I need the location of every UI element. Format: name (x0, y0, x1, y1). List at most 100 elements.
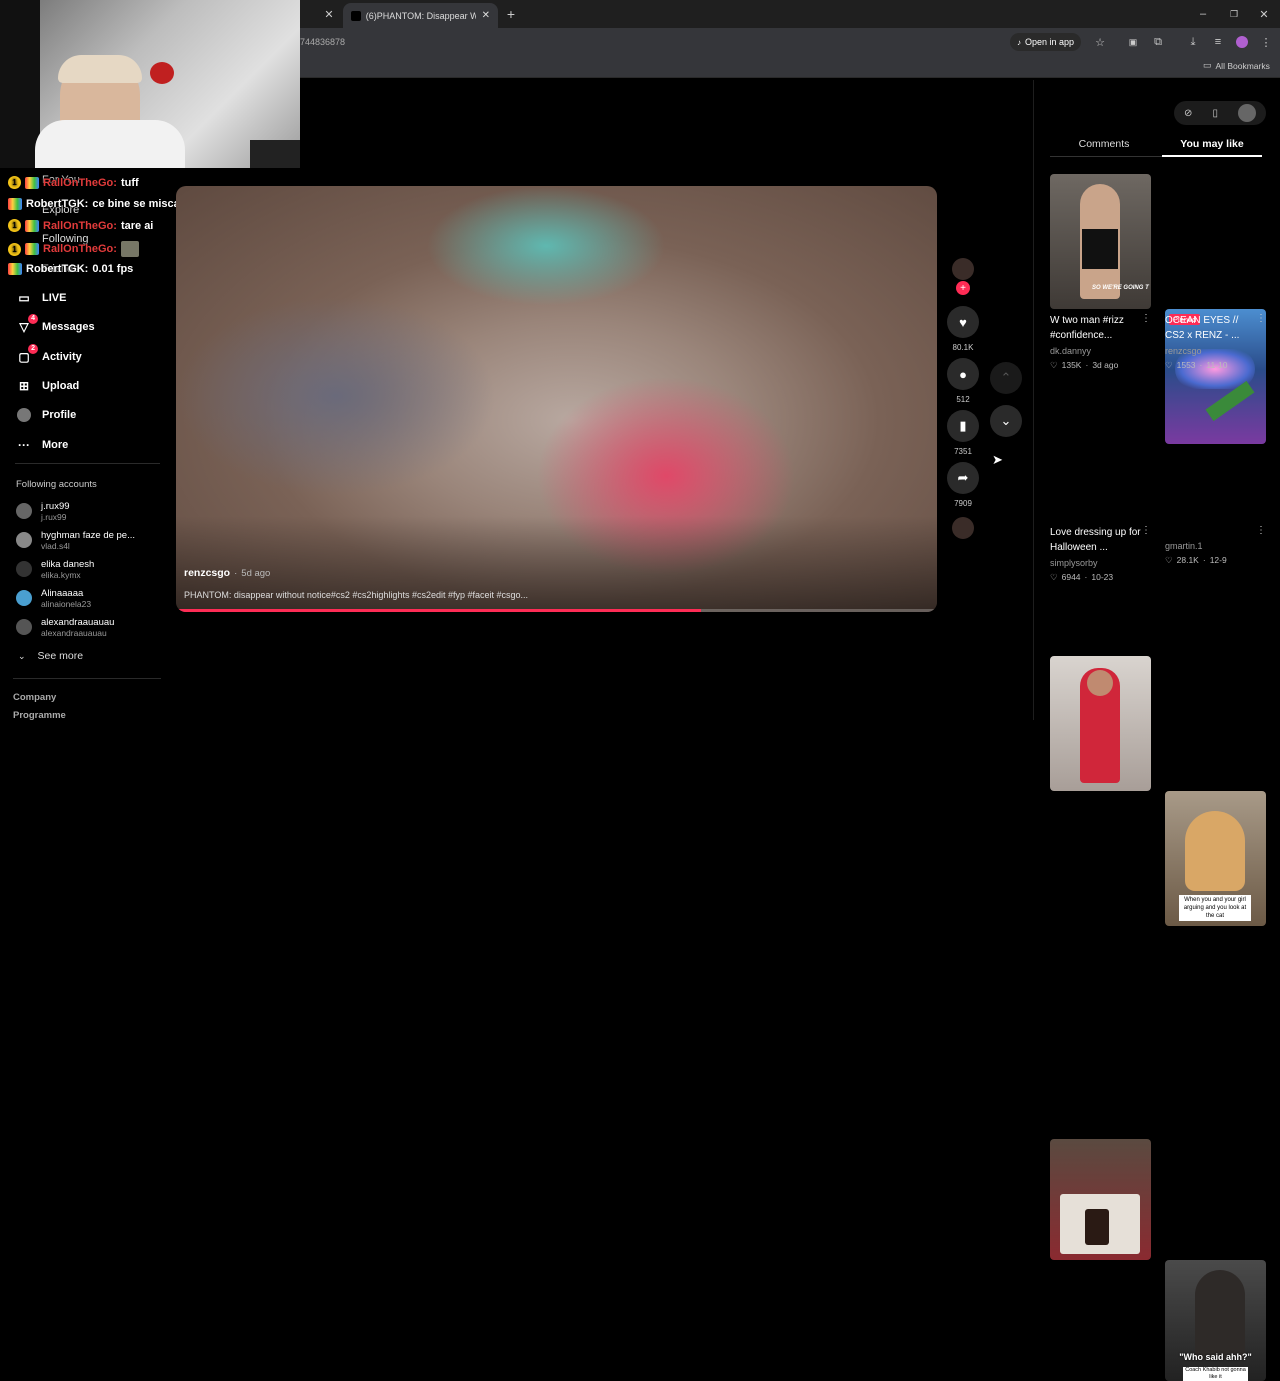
video-caption[interactable]: PHANTOM: disappear without notice#cs2 #c… (184, 590, 528, 600)
account-item[interactable]: hyghman faze de pe... vlad.s4l (16, 526, 135, 554)
like-count: 80.1K (952, 343, 974, 352)
close-tab-icon[interactable]: ✕ (321, 6, 337, 22)
see-more-button[interactable]: ⌄ See more (18, 650, 83, 662)
card-date: 12-9 (1209, 555, 1227, 565)
close-window-icon[interactable]: ✕ (1256, 6, 1272, 22)
like-button[interactable]: ♥ (947, 306, 979, 338)
card-likes: 135K (1061, 360, 1082, 370)
chat-message: RobertTGK: 0.01 fps (8, 263, 133, 275)
upload-icon: ⊞ (18, 379, 30, 393)
card-likes: 1553 (1176, 360, 1196, 370)
heart-icon: ♥ (959, 314, 967, 330)
bookmark-star-icon[interactable]: ☆ (1092, 34, 1108, 50)
thumbnail-overlay-text: SO WE'RE GOING T (1092, 285, 1149, 291)
account-handle: j.rux99 (41, 511, 67, 522)
thumbnail-overlay-text: "Who said ahh?" (1179, 1352, 1252, 1362)
chat-message: 1 RallOnTheGo: (8, 241, 139, 257)
card-menu-icon[interactable]: ⋮ (1141, 313, 1151, 324)
separator: · (234, 567, 238, 579)
avatar (16, 532, 32, 548)
card-title[interactable]: OCEAN EYES // CS2 x RENZ - ... (1165, 313, 1260, 343)
profile-avatar[interactable] (1236, 36, 1248, 48)
avatar (16, 503, 32, 519)
emote-icon (120, 241, 139, 257)
sidebar-item-messages[interactable]: ▽ 4 Messages (16, 314, 95, 337)
card-author[interactable]: dk.dannyy (1050, 346, 1091, 356)
puzzle-icon[interactable]: ⧉ (1150, 34, 1166, 50)
sub-badge: 1 (8, 219, 21, 232)
open-in-app-button[interactable]: ♪ Open in app (1010, 33, 1082, 51)
minimize-icon[interactable]: – (1195, 6, 1211, 22)
account-item[interactable]: alexandraauauau alexandraauauau (16, 613, 114, 641)
compass-icon[interactable]: ⊘ (1184, 108, 1192, 119)
video-thumbnail[interactable] (1050, 656, 1151, 791)
sound-avatar[interactable] (952, 517, 974, 539)
video-thumbnail[interactable]: When you and your girl arguing and you l… (1165, 791, 1266, 926)
tab-you-may-like[interactable]: You may like (1162, 138, 1262, 150)
card-date: 10-23 (1091, 572, 1114, 582)
menu-icon[interactable]: ⋮ (1258, 34, 1274, 50)
card-title[interactable]: Love dressing up for Halloween ... (1050, 525, 1145, 555)
extension-icon[interactable]: ▣ (1125, 34, 1141, 50)
download-icon[interactable]: ⤓ (1185, 34, 1201, 50)
thumbnail-cat (1185, 811, 1245, 891)
messages-icon: ▽ 4 (16, 314, 38, 335)
card-author[interactable]: gmartin.1 (1165, 541, 1203, 551)
phone-icon[interactable]: ▯ (1212, 108, 1218, 119)
chat-badge-icon (25, 219, 39, 232)
streamer-shirt (35, 120, 185, 168)
chat-text: 0.01 fps (92, 263, 134, 275)
chair (250, 140, 300, 168)
account-item[interactable]: Alinaaaaa alinaionela23 (16, 584, 91, 612)
streamer-hair (58, 55, 142, 83)
next-video-button[interactable]: ⌄ (990, 405, 1022, 437)
previous-video-button[interactable]: ⌃ (990, 362, 1022, 394)
progress-track[interactable] (176, 609, 937, 612)
programme-link[interactable]: Programme (13, 710, 66, 721)
all-bookmarks-button[interactable]: ▭ All Bookmarks (1203, 60, 1270, 71)
thumbnail-top (1082, 229, 1118, 269)
tab-comments[interactable]: Comments (1050, 138, 1158, 150)
video-author[interactable]: renzcsgo (184, 567, 230, 579)
separator: · (1202, 555, 1206, 565)
video-thumbnail[interactable]: "Who said ahh?" Coach Khabib not gonna l… (1165, 1260, 1266, 1381)
video-thumbnail[interactable] (1050, 1139, 1151, 1260)
account-item[interactable]: elika danesh elika.kymx (16, 555, 94, 583)
chat-text: ce bine se misca (92, 198, 180, 210)
account-name: hyghman faze de pe... (41, 529, 136, 541)
avatar (16, 590, 32, 606)
video-thumbnail[interactable]: SO WE'RE GOING T (1050, 174, 1151, 309)
follow-plus-icon[interactable]: + (956, 281, 970, 295)
creator-avatar[interactable] (952, 258, 974, 280)
restore-icon[interactable]: ❐ (1226, 6, 1242, 22)
close-tab-icon[interactable]: ✕ (482, 10, 490, 21)
media-icon[interactable]: ≡ (1210, 34, 1226, 50)
account-item[interactable]: j.rux99 j.rux99 (16, 497, 70, 525)
sidebar-item-profile[interactable]: Profile (16, 405, 76, 425)
save-button[interactable]: ▮ (947, 410, 979, 442)
card-menu-icon[interactable]: ⋮ (1256, 313, 1266, 324)
card-menu-icon[interactable]: ⋮ (1256, 525, 1266, 536)
card-author[interactable]: renzcsgo (1165, 346, 1202, 356)
card-meta: ♡ 135K · 3d ago (1050, 360, 1118, 371)
company-link[interactable]: Company (13, 692, 56, 703)
thumbnail-face (1087, 670, 1113, 696)
heart-outline-icon: ♡ (1165, 360, 1173, 370)
thumbnail-overlay-text: When you and your girl arguing and you l… (1179, 895, 1251, 921)
chat-username: RallOnTheGo: (43, 243, 117, 255)
card-author[interactable]: simplysorby (1050, 558, 1098, 568)
video-player[interactable]: renzcsgo · 5d ago PHANTOM: disappear wit… (176, 186, 937, 612)
share-button[interactable]: ➦ (947, 462, 979, 494)
user-avatar[interactable] (1237, 104, 1256, 122)
card-title[interactable]: W two man #rizz #confidence... (1050, 313, 1145, 343)
card-menu-icon[interactable]: ⋮ (1141, 525, 1151, 536)
sidebar-item-upload[interactable]: ⊞ Upload (16, 376, 79, 396)
sidebar-item-more[interactable]: ··· More (16, 435, 68, 455)
more-icon: ··· (18, 438, 30, 452)
new-tab-icon[interactable]: + (503, 6, 519, 22)
sub-badge: 1 (8, 176, 21, 189)
sidebar-item-activity[interactable]: ▢ 2 Activity (16, 344, 82, 367)
comment-button[interactable]: ● (947, 358, 979, 390)
sidebar-item-live[interactable]: ▭ LIVE (16, 288, 66, 308)
active-tab[interactable]: (6)PHANTOM: Disappear Witho ✕ (343, 3, 498, 28)
